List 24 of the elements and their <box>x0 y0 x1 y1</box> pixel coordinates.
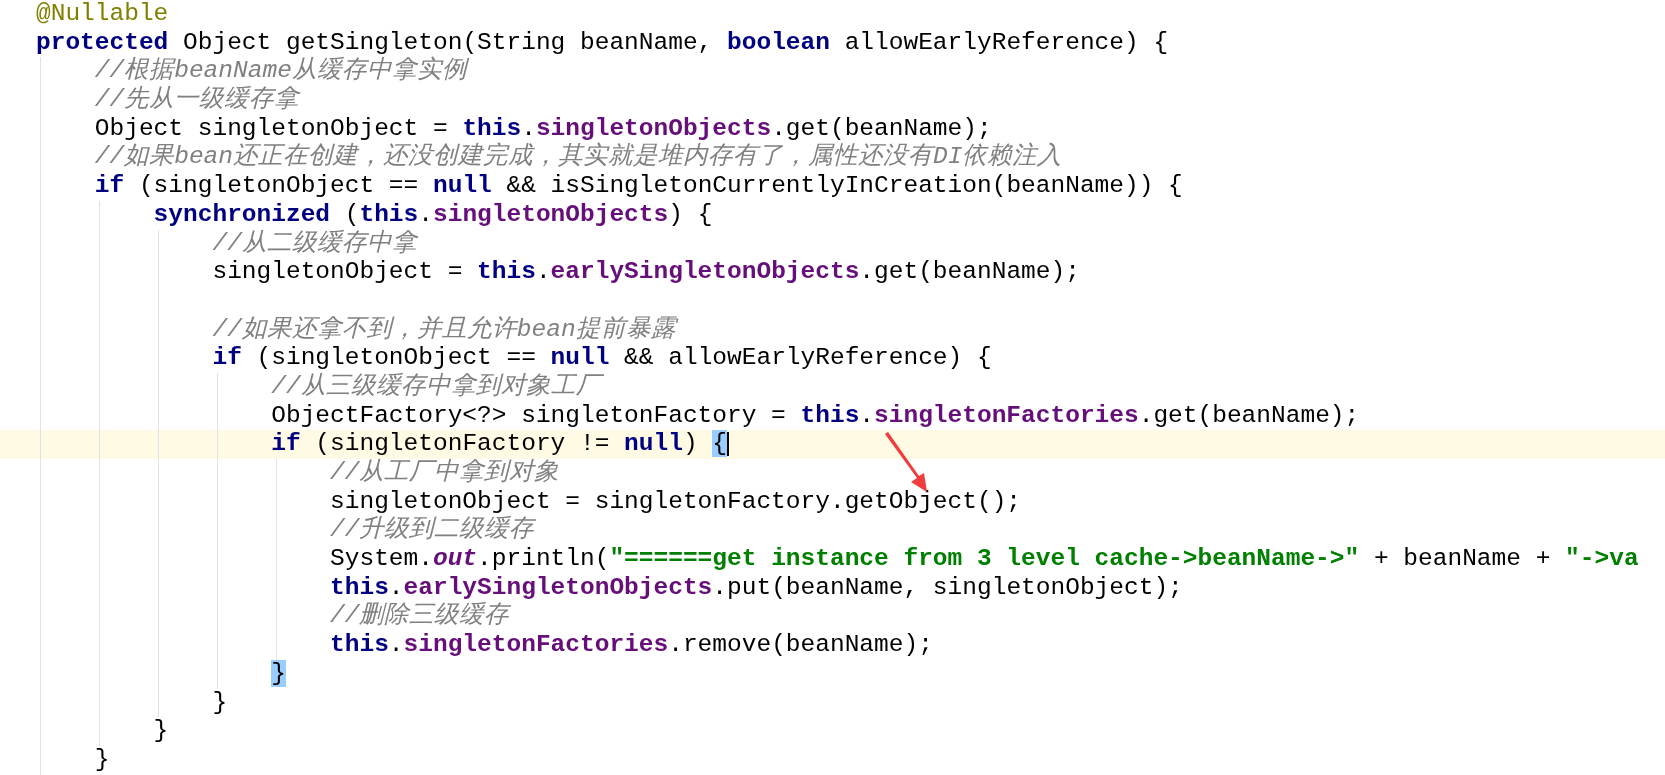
code-line: if (singletonFactory != null) { <box>270 430 730 458</box>
code-line: //从工厂中拿到对象 <box>329 459 560 486</box>
code-line: ObjectFactory<?> singletonFactory = this.singletonFactories.get(beanName); <box>270 401 1360 429</box>
code-editor[interactable] <box>0 0 1665 775</box>
code-line: if (singletonObject == null && allowEarlyReference) { <box>211 344 992 372</box>
code-line: } <box>93 745 110 773</box>
code-line: //从二级缓存中拿 <box>211 229 417 257</box>
code-line: this.singletonFactories.remove(beanName); <box>329 631 933 659</box>
code-line: //根据beanName从缓存中拿实例 <box>93 57 467 85</box>
code-line: //升级到二级缓存 <box>329 516 535 544</box>
code-line: protected Object getSingleton(String beanName, boolean allowEarlyReference) { <box>36 28 1169 56</box>
code-line: //先从一级缓存拿 <box>93 86 300 114</box>
code-line: singletonObject = this.earlySingletonObjects.get(beanName); <box>211 258 1080 286</box>
code-line: //如果bean还正在创建，还没创建完成，其实就是堆内存有了，属性还没有DI依赖注入 <box>93 143 1063 171</box>
code-line: System.out.println("======get instance from 3 level cache->beanName->" + beanName + "->va <box>329 545 1639 573</box>
code-line: } <box>211 688 228 716</box>
code-line: synchronized (this.singletonObjects) { <box>152 200 713 228</box>
code-line: } <box>152 717 169 745</box>
code-line: if (singletonObject == null && isSingletonCurrentlyInCreation(beanName)) { <box>93 172 1183 200</box>
code-line: Object singletonObject = this.singletonObjects.get(beanName); <box>93 114 992 142</box>
code-line: //删除三级缓存 <box>329 602 510 630</box>
code-line: singletonObject = singletonFactory.getObject(); <box>329 487 1022 515</box>
code-line: @Nullable <box>36 0 169 27</box>
code-line: this.earlySingletonObjects.put(beanName, singletonObject); <box>329 573 1183 601</box>
